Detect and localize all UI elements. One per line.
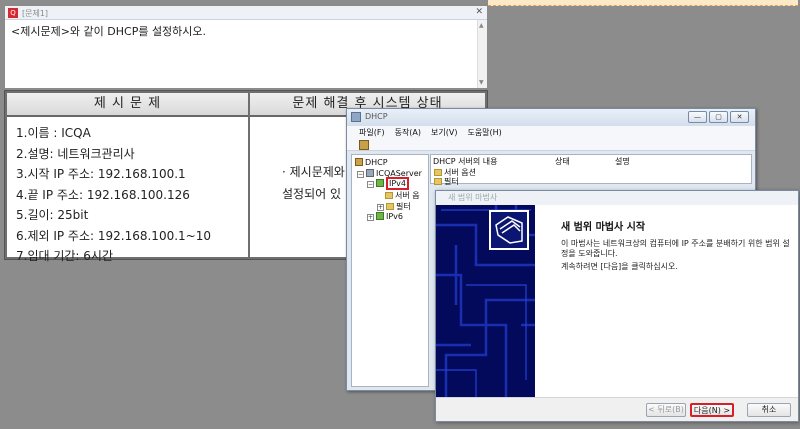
tree-label: IPv4 — [386, 177, 410, 190]
list-item-label: 필터 — [444, 177, 459, 186]
wizard-banner-graphic — [436, 205, 535, 399]
details-pane: DHCP 서버의 내용 상태 설명 서버 옵션 필터 — [430, 154, 752, 187]
tree-item-ipv6[interactable]: + IPv6 — [367, 212, 403, 221]
question-text: <제시문제>와 같이 DHCP를 설정하시오. — [11, 25, 207, 38]
status-line: 설정되어 있 — [282, 187, 342, 201]
wizard-continue-text: 계속하려면 [다음]을 클릭하십시오. — [561, 262, 678, 271]
menu-action[interactable]: 동작(A) — [395, 126, 421, 139]
scroll-down-icon[interactable]: ▼ — [479, 79, 484, 86]
column-header[interactable]: 상태 — [555, 156, 615, 167]
dhcp-app-icon — [351, 112, 361, 122]
server-icon — [366, 169, 374, 177]
expand-icon[interactable]: + — [367, 214, 374, 221]
problem-item: 1.이름 : ICQA — [16, 126, 91, 140]
dhcp-icon — [355, 158, 363, 166]
properties-icon[interactable] — [359, 140, 369, 150]
tree-label: DHCP — [365, 158, 388, 167]
ipv6-icon — [376, 212, 384, 220]
expand-icon[interactable]: + — [377, 204, 384, 211]
scrollbar[interactable]: ▲ ▼ — [477, 20, 487, 88]
filter-icon — [434, 178, 442, 185]
problem-item: 2.설명: 네트워크관리사 — [16, 146, 135, 161]
list-item[interactable]: 필터 — [434, 176, 459, 187]
wizard-heading: 새 범위 마법사 시작 — [561, 222, 646, 233]
minimize-icon[interactable]: — — [688, 111, 707, 123]
cancel-button[interactable]: 취소 — [747, 403, 791, 417]
top-strip — [488, 0, 798, 6]
folder-icon — [385, 192, 393, 199]
next-button[interactable]: 다음(N) > — [690, 403, 734, 417]
question-titlebar: Q [문제1] ✕ — [5, 6, 487, 20]
tree-item-dhcp[interactable]: DHCP — [355, 158, 388, 167]
tree-label: 필터 — [396, 202, 411, 211]
question-title: [문제1] — [22, 9, 49, 18]
tree-item-ipv4[interactable]: − IPv4 — [367, 177, 410, 190]
window-buttons: — ▢ ✕ — [688, 111, 749, 123]
console-tree: DHCP − ICQAServer − IPv4 서버 옵 + 필터 + IPv6 — [351, 154, 429, 387]
tree-item-filters[interactable]: + 필터 — [377, 201, 411, 212]
tree-item-server-options[interactable]: 서버 옵 — [385, 190, 420, 201]
column-header[interactable]: 설명 — [615, 156, 675, 167]
question-window: Q [문제1] ✕ <제시문제>와 같이 DHCP를 설정하시오. ▲ ▼ — [4, 5, 488, 89]
close-icon[interactable]: ✕ — [475, 7, 483, 17]
wizard-side-banner — [436, 205, 535, 399]
toolbar — [347, 139, 755, 151]
filter-icon — [386, 203, 394, 210]
wizard-titlebar: 새 범위 마법사 — [436, 191, 798, 205]
problem-item: 3.시작 IP 주소: 192.168.100.1 — [16, 167, 186, 181]
menu-help[interactable]: 도움말(H) — [467, 126, 501, 139]
folder-icon — [434, 169, 442, 176]
problem-column: 제 시 문 제 1.이름 : ICQA 2.설명: 네트워크관리사 3.시작 I… — [7, 93, 248, 263]
column-headers: DHCP 서버의 내용 상태 설명 — [433, 156, 675, 167]
tree-label: IPv6 — [386, 212, 404, 221]
problem-item: 4.끝 IP 주소: 192.168.100.126 — [16, 187, 190, 202]
tree-label: 서버 옵 — [395, 191, 420, 200]
back-button[interactable]: < 뒤로(B) — [646, 403, 686, 417]
menu-view[interactable]: 보기(V) — [431, 126, 457, 139]
new-scope-wizard: 새 범위 마법사 새 범위 마법사 시작 이 마법사는 네트워크상의 컴퓨터에 … — [435, 190, 799, 422]
collapse-icon[interactable]: − — [357, 171, 364, 178]
menu-bar: 파일(F) 동작(A) 보기(V) 도움말(H) — [347, 126, 755, 139]
problem-item: 5.길이: 25bit — [16, 208, 89, 222]
status-body: · 제시문제와 설정되어 있 — [282, 161, 345, 205]
dhcp-title: DHCP — [365, 112, 388, 121]
menu-file[interactable]: 파일(F) — [359, 126, 385, 139]
scroll-up-icon[interactable]: ▲ — [479, 22, 484, 29]
ipv4-icon — [376, 179, 384, 187]
problem-item: 6.제외 IP 주소: 192.168.100.1~10 — [16, 228, 211, 243]
app-icon: Q — [8, 8, 18, 18]
status-line: · 제시문제와 — [282, 165, 345, 179]
problem-list: 1.이름 : ICQA 2.설명: 네트워크관리사 3.시작 IP 주소: 19… — [7, 117, 248, 267]
dhcp-titlebar: DHCP — ▢ ✕ — [347, 109, 755, 126]
problem-item: 7.임대 기간: 6시간 — [16, 249, 113, 263]
maximize-icon[interactable]: ▢ — [709, 111, 728, 123]
problem-header: 제 시 문 제 — [7, 93, 248, 117]
wizard-description: 이 마법사는 네트워크상의 컴퓨터에 IP 주소를 분배하기 위한 범위 설정을… — [561, 239, 790, 258]
wizard-footer: < 뒤로(B) 다음(N) > 취소 — [436, 397, 798, 421]
column-header[interactable]: DHCP 서버의 내용 — [433, 156, 555, 167]
close-icon[interactable]: ✕ — [730, 111, 749, 123]
collapse-icon[interactable]: − — [367, 181, 374, 188]
